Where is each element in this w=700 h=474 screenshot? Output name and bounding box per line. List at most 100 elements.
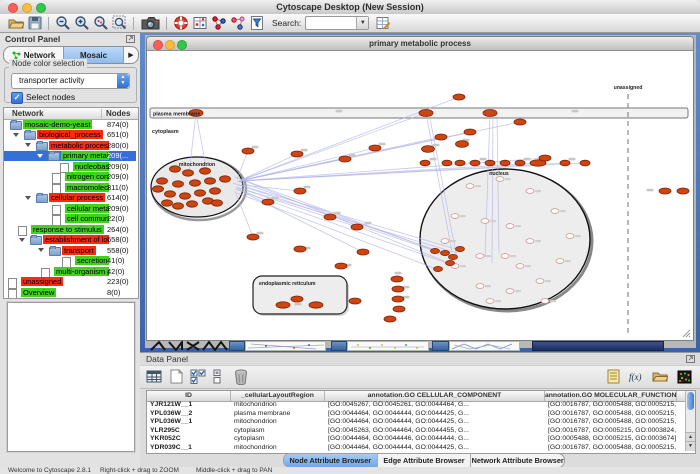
graph-node[interactable]: [541, 299, 549, 304]
graph-node[interactable]: [456, 141, 469, 148]
tab-node-attribute-browser[interactable]: Node Attribute Browser: [284, 454, 378, 467]
minimized-window-button[interactable]: [229, 341, 245, 351]
open-session-icon[interactable]: [7, 15, 24, 32]
graph-node[interactable]: [456, 246, 465, 251]
tree-row[interactable]: primary metabolic process209(...: [4, 151, 136, 162]
minimized-window-thumbnail[interactable]: [245, 341, 326, 351]
graph-node[interactable]: [291, 296, 303, 302]
tab-network-attribute-browser[interactable]: Network Attribute Browser: [471, 454, 564, 467]
graph-node[interactable]: [165, 191, 176, 197]
graph-node[interactable]: [496, 177, 504, 182]
graph-node[interactable]: [481, 219, 489, 224]
tab-edge-attribute-browser[interactable]: Edge Attribute Browser: [378, 454, 472, 467]
snapshot-icon[interactable]: [139, 15, 161, 32]
graph-node[interactable]: [393, 306, 405, 312]
tree-row[interactable]: unassigned223(0): [4, 277, 136, 288]
graph-node[interactable]: [434, 266, 443, 271]
graph-node[interactable]: [180, 193, 191, 199]
graph-node[interactable]: [294, 188, 306, 194]
save-session-icon[interactable]: [26, 15, 43, 32]
graph-node[interactable]: [357, 249, 369, 255]
graph-node[interactable]: [247, 234, 259, 240]
resize-grip-icon[interactable]: [683, 330, 690, 337]
graph-node[interactable]: [435, 134, 447, 140]
tree-row[interactable]: biological_process651(0): [4, 130, 136, 141]
tree-row[interactable]: response to stimulus264(0): [4, 224, 136, 235]
minimized-window-thumbnail[interactable]: [449, 341, 520, 351]
graph-node[interactable]: [501, 254, 509, 259]
graph-node[interactable]: [485, 160, 495, 166]
graph-node[interactable]: [514, 119, 526, 125]
graph-node[interactable]: [539, 155, 551, 161]
graph-node[interactable]: [392, 296, 404, 302]
graph-node[interactable]: [335, 263, 347, 269]
expander-icon[interactable]: [19, 238, 25, 242]
expander-icon[interactable]: [38, 248, 44, 252]
graph-node[interactable]: [506, 224, 514, 229]
expander-icon[interactable]: [37, 154, 43, 158]
graph-node[interactable]: [309, 302, 323, 308]
table-row[interactable]: YJR121W__1mitochondrion[GO:0045267, GO:0…: [147, 401, 686, 410]
tree-row[interactable]: metabolic process280(0): [4, 140, 136, 151]
formula-icon[interactable]: f(x): [627, 368, 645, 385]
graph-node[interactable]: [187, 201, 198, 207]
zoom-fit-icon[interactable]: [111, 15, 128, 32]
graph-node[interactable]: [324, 214, 336, 220]
graph-node[interactable]: [556, 259, 564, 264]
tree-row[interactable]: secretion41(0): [4, 256, 136, 267]
tree-row[interactable]: mosaic-demo-yeast874(0): [4, 119, 136, 130]
graph-node[interactable]: [205, 178, 216, 184]
graph-node[interactable]: [464, 129, 476, 135]
graph-node[interactable]: [449, 254, 458, 259]
column-header[interactable]: _cellularLayoutRegion: [231, 391, 325, 401]
minimized-overview-thumbnail[interactable]: [149, 341, 233, 351]
graph-node[interactable]: [173, 181, 184, 187]
graph-node[interactable]: [486, 299, 494, 304]
select-nodes-checkbox[interactable]: ✓: [11, 92, 23, 104]
graph-node[interactable]: [451, 214, 459, 219]
minimized-window-thumbnail[interactable]: [347, 341, 429, 351]
table-row[interactable]: YDR039C__1mitochondrion[GO:0044464, GO:0…: [147, 444, 686, 453]
help-ring-icon[interactable]: [172, 15, 189, 32]
graph-node[interactable]: [262, 199, 274, 205]
graph-node[interactable]: [195, 190, 206, 196]
expander-icon[interactable]: [25, 196, 31, 200]
column-header[interactable]: annotation.GO MOLECULAR_FUNCTION: [545, 391, 677, 401]
minimized-window-bar[interactable]: [532, 341, 664, 351]
graph-node[interactable]: [190, 180, 201, 186]
tree-row[interactable]: nitrogen compound met209(0): [4, 172, 136, 183]
attribute-editor-icon[interactable]: [374, 15, 391, 32]
graph-node[interactable]: [500, 160, 510, 166]
expander-icon[interactable]: [25, 143, 31, 147]
graph-node[interactable]: [470, 160, 480, 166]
graph-node[interactable]: [200, 168, 211, 174]
graph-node[interactable]: [339, 156, 351, 162]
scrollbar-thumb[interactable]: [687, 392, 694, 410]
column-header[interactable]: annotation.GO CELLULAR_COMPONENT: [325, 391, 545, 401]
zoom-selected-icon[interactable]: [92, 15, 109, 32]
network-canvas[interactable]: plasma membranecytoplasmmitochondrionnuc…: [147, 51, 692, 339]
tree-row[interactable]: nucleobase-containing209(0): [4, 161, 136, 172]
graph-node[interactable]: [516, 264, 524, 269]
graph-node[interactable]: [526, 239, 534, 244]
graph-node[interactable]: [183, 170, 194, 176]
select-attributes-icon[interactable]: [189, 368, 207, 385]
network-view-window[interactable]: primary metabolic process plasma membran…: [146, 36, 694, 341]
network-window-titlebar[interactable]: primary metabolic process: [147, 37, 693, 51]
new-attribute-icon[interactable]: [167, 368, 185, 385]
table-row[interactable]: YPL036W__2plasma membrane[GO:0044464, GO…: [147, 410, 686, 419]
graph-node[interactable]: [515, 160, 525, 166]
vizmapper-icon[interactable]: [210, 15, 227, 32]
graph-node[interactable]: [291, 151, 303, 157]
table-vertical-scrollbar[interactable]: ▲ ▼: [685, 391, 695, 451]
graph-node[interactable]: [276, 302, 290, 308]
graph-node[interactable]: [351, 224, 363, 230]
graph-node[interactable]: [466, 184, 474, 189]
graph-node[interactable]: [455, 160, 465, 166]
expander-icon[interactable]: [13, 133, 19, 137]
tree-row[interactable]: cellular metabolic proc209(0): [4, 203, 136, 214]
tree-row[interactable]: cell communication22(0): [4, 214, 136, 225]
graph-node[interactable]: [153, 186, 164, 192]
graph-node[interactable]: [442, 160, 452, 166]
graph-node[interactable]: [566, 234, 574, 239]
